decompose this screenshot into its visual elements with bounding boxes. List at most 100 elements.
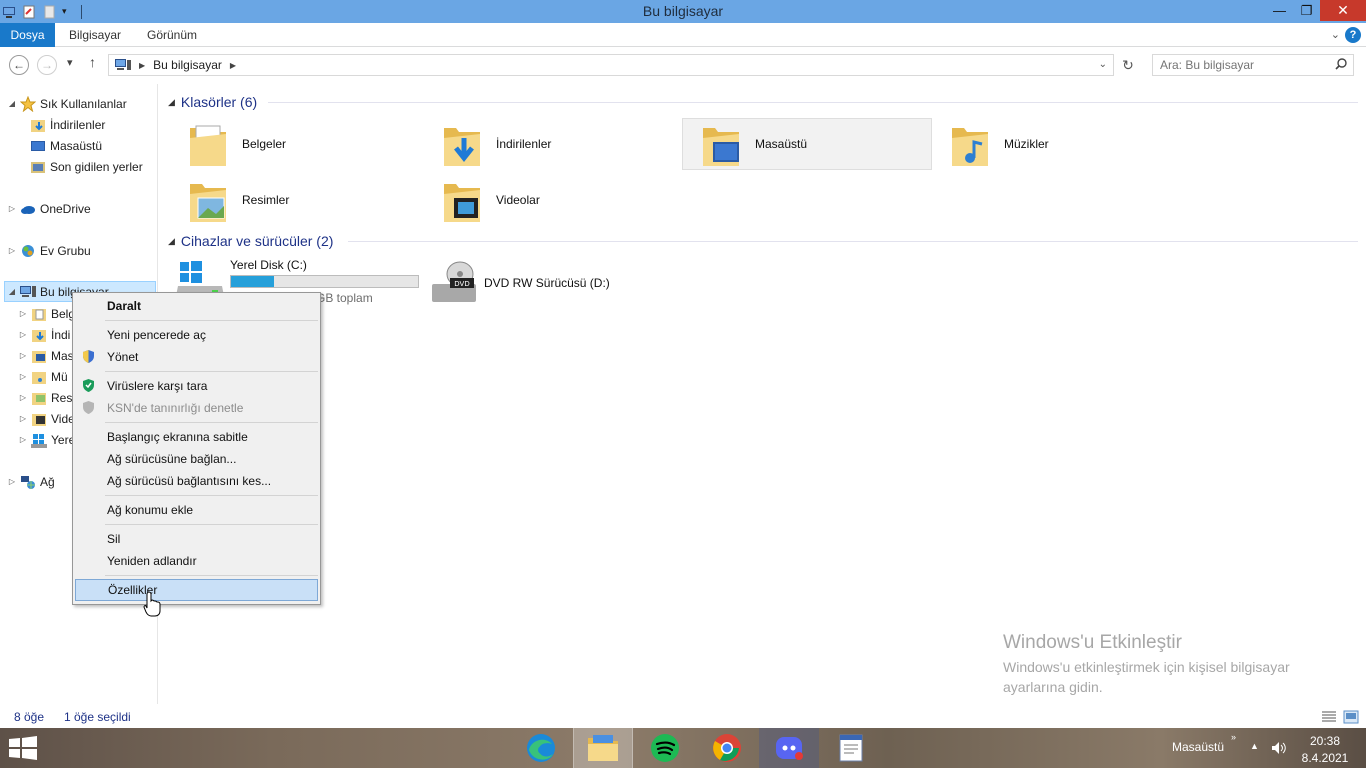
breadcrumb-this-pc[interactable]: Bu bilgisayar (153, 58, 222, 72)
collapse-icon[interactable]: ◢ (8, 99, 16, 108)
collapse-icon[interactable]: ◢ (8, 287, 16, 296)
expand-icon[interactable]: ▷ (19, 372, 27, 381)
address-bar[interactable]: ▶ Bu bilgisayar ▶ ⌄ (108, 54, 1114, 76)
folder-music[interactable]: Müzikler (932, 118, 1182, 170)
address-dropdown-icon[interactable]: ⌄ (1099, 59, 1107, 70)
menu-separator (105, 320, 318, 321)
taskbar-notepad[interactable] (821, 728, 881, 768)
nav-pc-desktop[interactable]: ▷ Mas (19, 345, 74, 366)
expand-icon[interactable]: ▷ (19, 309, 27, 318)
breadcrumb-arrow-icon[interactable]: ▶ (139, 61, 145, 70)
nav-pc-local-disk[interactable]: ▷ Yere (19, 429, 75, 450)
dvd-drive-icon: DVD (432, 261, 476, 302)
nav-network[interactable]: ▷ Ağ (8, 471, 55, 492)
volume-icon[interactable] (1271, 741, 1287, 755)
menu-add-network-location[interactable]: Ağ konumu ekle (75, 499, 318, 521)
downloads-folder-icon (444, 128, 480, 166)
refresh-button[interactable]: ↻ (1118, 55, 1138, 75)
collapse-group-icon[interactable]: ◢ (168, 236, 175, 247)
nav-downloads[interactable]: İndirilenler (30, 114, 105, 135)
address-row: ← → ▾ ↑ ▶ Bu bilgisayar ▶ ⌄ ↻ (0, 48, 1366, 82)
search-input[interactable] (1153, 55, 1323, 75)
nav-homegroup[interactable]: ▷ Ev Grubu (8, 240, 91, 261)
music-folder-icon (32, 371, 46, 384)
nav-homegroup-label: Ev Grubu (40, 243, 91, 258)
recent-locations-icon[interactable]: ▾ (67, 56, 73, 69)
expand-ribbon-icon[interactable]: ⌄ (1331, 28, 1340, 41)
menu-map-network-drive[interactable]: Ağ sürücüsüne bağlan... (75, 448, 318, 470)
clock-date[interactable]: 8.4.2021 (1300, 751, 1350, 768)
taskbar: Masaüstü » ▲ 20:38 8.4.2021 (0, 728, 1366, 768)
tab-file[interactable]: Dosya (0, 23, 55, 47)
expand-icon[interactable]: ▷ (19, 393, 27, 402)
window-title: Bu bilgisayar (642, 3, 724, 19)
search-box[interactable] (1152, 54, 1354, 76)
onedrive-icon (21, 205, 35, 214)
taskbar-edge[interactable] (511, 728, 571, 768)
help-icon[interactable]: ? (1345, 27, 1361, 43)
expand-icon[interactable]: ▷ (8, 246, 16, 255)
menu-pin-start[interactable]: Başlangıç ekranına sabitle (75, 426, 318, 448)
taskbar-discord[interactable] (759, 728, 819, 768)
nav-pc-downloads[interactable]: ▷ İndi (19, 324, 70, 345)
folder-pictures[interactable]: Resimler (170, 174, 420, 226)
expand-icon[interactable]: ▷ (19, 330, 27, 339)
nav-onedrive[interactable]: ▷ OneDrive (8, 198, 91, 219)
nav-desktop[interactable]: Masaüstü (30, 135, 102, 156)
devices-group-header[interactable]: ◢ Cihazlar ve sürücüler (2) (168, 231, 1358, 251)
folder-downloads[interactable]: İndirilenler (424, 118, 674, 170)
nav-favorites[interactable]: ◢ Sık Kullanılanlar (8, 93, 127, 114)
back-button[interactable]: ← (9, 55, 29, 75)
collapse-group-icon[interactable]: ◢ (168, 97, 175, 108)
taskbar-spotify[interactable] (635, 728, 695, 768)
expand-icon[interactable]: ▷ (19, 435, 27, 444)
nav-pc-videos[interactable]: ▷ Vide (19, 408, 75, 429)
expand-icon[interactable]: ▷ (19, 414, 27, 423)
large-icons-view-icon[interactable] (1343, 710, 1359, 724)
menu-rename[interactable]: Yeniden adlandır (75, 550, 318, 572)
menu-delete[interactable]: Sil (75, 528, 318, 550)
menu-manage[interactable]: Yönet (75, 346, 318, 368)
taskbar-chrome[interactable] (697, 728, 757, 768)
search-icon[interactable] (1335, 58, 1347, 70)
menu-properties[interactable]: Özellikler (75, 579, 318, 601)
nav-recent-places[interactable]: Son gidilen yerler (30, 156, 143, 177)
show-hidden-icons-icon[interactable]: ▲ (1250, 741, 1259, 768)
forward-button[interactable]: → (37, 55, 57, 75)
maximize-button[interactable]: ❐ (1293, 0, 1320, 21)
menu-separator (105, 575, 318, 576)
drive-d[interactable]: DVD DVD RW Sürücüsü (D:) (430, 260, 610, 306)
menu-separator (105, 495, 318, 496)
folder-desktop[interactable]: Masaüstü (682, 118, 932, 170)
activation-watermark-text: Windows'u etkinleştirmek için kişisel bi… (1003, 659, 1290, 695)
recent-places-icon (31, 161, 45, 173)
toolbar-expand-icon[interactable]: » (1231, 732, 1236, 768)
folders-group-header[interactable]: ◢ Klasörler (6) (168, 92, 1358, 112)
minimize-button[interactable]: — (1266, 0, 1293, 21)
expand-icon[interactable]: ▷ (19, 351, 27, 360)
menu-open-new-window[interactable]: Yeni pencerede aç (75, 324, 318, 346)
up-button[interactable]: ↑ (89, 54, 96, 70)
desktop-toolbar-label[interactable]: Masaüstü (1172, 740, 1224, 768)
nav-pc-documents[interactable]: ▷ Belg (19, 303, 75, 324)
folder-documents[interactable]: Belgeler (170, 118, 420, 170)
close-button[interactable]: ✕ (1320, 0, 1366, 21)
expand-icon[interactable]: ▷ (8, 477, 16, 486)
taskbar-file-explorer[interactable] (573, 728, 633, 768)
menu-scan-virus[interactable]: Virüslere karşı tara (75, 375, 318, 397)
nav-pc-music[interactable]: ▷ Mü (19, 366, 68, 387)
windows-start-icon[interactable] (8, 736, 38, 760)
pictures-folder-icon (32, 392, 46, 405)
expand-icon[interactable]: ▷ (8, 204, 16, 213)
menu-disconnect-network-drive[interactable]: Ağ sürücüsü bağlantısını kes... (75, 470, 318, 492)
nav-pc-pictures[interactable]: ▷ Resi (19, 387, 75, 408)
details-view-icon[interactable] (1321, 710, 1337, 724)
menu-ksn-check[interactable]: KSN'de tanınırlığı denetle (75, 397, 318, 419)
tab-view[interactable]: Görünüm (135, 23, 209, 47)
folder-videos[interactable]: Videolar (424, 174, 674, 226)
group-divider (348, 241, 1358, 242)
menu-collapse[interactable]: Daralt (75, 295, 318, 317)
homegroup-icon (22, 244, 34, 257)
tab-computer[interactable]: Bilgisayar (57, 23, 133, 47)
breadcrumb-arrow-icon[interactable]: ▶ (230, 61, 236, 70)
